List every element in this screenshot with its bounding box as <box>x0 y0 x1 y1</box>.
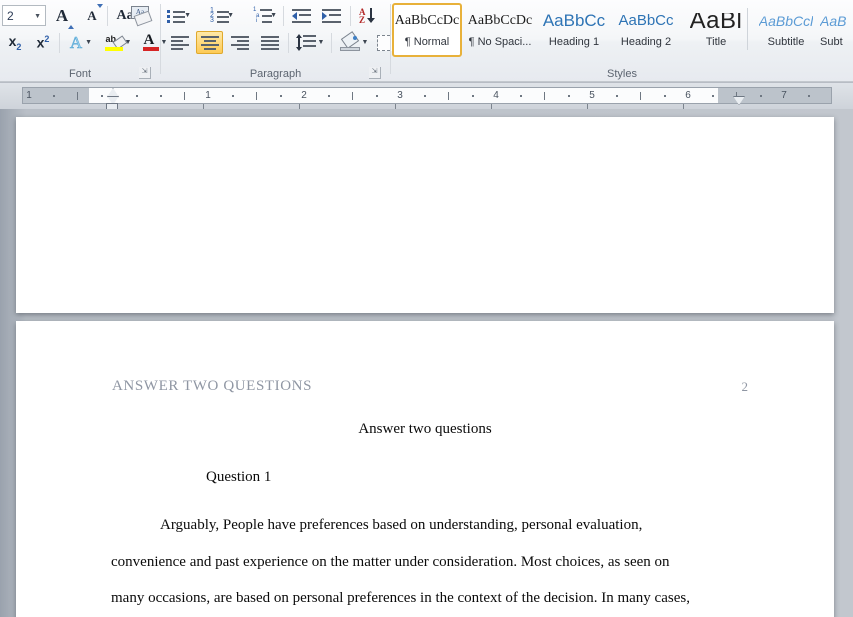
chevron-down-icon: ▼ <box>184 12 191 19</box>
subscript-button[interactable]: x2 <box>2 31 28 54</box>
clear-formatting-button[interactable]: Aa <box>126 3 156 28</box>
paint-bucket-icon <box>339 31 360 51</box>
text-highlight-color-button[interactable]: ab ▼ <box>100 31 136 54</box>
decrease-indent-button[interactable] <box>288 4 315 27</box>
doc-paragraph-body-line-1: Arguably, People have preferences based … <box>160 517 643 533</box>
chevron-down-icon: ▼ <box>34 13 41 20</box>
style-preview: AaBbCcl <box>758 12 814 29</box>
header-title: ANSWER TWO QUESTIONS <box>112 378 313 394</box>
word-document-window: 2 ▼ A A Aa ▼ Aa <box>0 0 853 617</box>
justify-icon <box>260 35 279 50</box>
style-preview: AaBbCc <box>618 12 674 29</box>
text-effects-button[interactable]: A ▼ <box>64 31 98 54</box>
paragraph-dialog-launcher[interactable]: ⇲ <box>369 67 381 79</box>
style-label: Subtitle <box>767 35 805 48</box>
align-right-icon <box>230 35 249 50</box>
justify-button[interactable] <box>256 31 283 54</box>
style-preview: AaB <box>820 12 847 29</box>
doc-paragraph-body-line-3: many occasions, are based on personal pr… <box>111 590 690 606</box>
highlight-icon: ab <box>104 34 128 52</box>
font-color-icon: A <box>142 32 159 52</box>
doc-paragraph-body-line-2: convenience and past experience on the m… <box>111 554 670 570</box>
clear-formatting-icon: Aa <box>129 5 153 26</box>
text-effects-icon: A <box>69 32 83 52</box>
superscript-button[interactable]: x2 <box>30 31 56 54</box>
style-label: ¶ No Spaci... <box>468 35 532 48</box>
ruler-tick-label: 6 <box>685 90 691 101</box>
style-label: Heading 2 <box>620 35 672 48</box>
ribbon: 2 ▼ A A Aa ▼ Aa <box>0 0 853 82</box>
style-label: ¶ Normal <box>404 35 450 48</box>
font-size-input[interactable]: 2 ▼ <box>2 5 46 26</box>
style-label: Subt <box>820 35 843 48</box>
numbered-list-icon: 1 2 3 <box>210 7 229 24</box>
align-right-button[interactable] <box>226 31 253 54</box>
superscript-icon: x2 <box>36 34 50 51</box>
grow-font-button[interactable]: A <box>50 4 75 29</box>
style-heading-1[interactable]: AaBbCc Heading 1 <box>539 3 609 57</box>
group-label-paragraph: Paragraph <box>249 68 302 80</box>
center-button[interactable] <box>196 31 223 54</box>
style-subtitle[interactable]: AaBbCcl Subtitle <box>751 3 821 57</box>
ruler-tick-label: 3 <box>397 90 403 101</box>
line-spacing-icon <box>295 33 316 51</box>
font-size-value: 2 <box>7 9 14 23</box>
bullet-list-icon <box>167 9 185 23</box>
style-preview: AaBbCc <box>542 12 606 29</box>
grow-font-icon: A <box>56 6 75 29</box>
sort-button[interactable]: A Z <box>355 4 381 27</box>
numbering-button[interactable]: 1 2 3 ▼ <box>209 4 235 27</box>
line-spacing-button[interactable]: ▼ <box>293 31 327 54</box>
ruler-tick-label: 5 <box>589 90 595 101</box>
style-preview: AaBl <box>689 12 743 29</box>
style-preview: AaBbCcDc <box>467 12 533 28</box>
ruler-tick-label: 7 <box>781 90 787 101</box>
ruler-tick-label: 4 <box>493 90 499 101</box>
group-label-styles: Styles <box>607 68 637 80</box>
style-title[interactable]: AaBl Title <box>681 3 751 57</box>
align-left-icon <box>170 35 189 50</box>
group-label-font: Font <box>68 68 91 80</box>
doc-paragraph-question: Question 1 <box>206 469 272 485</box>
multilevel-list-icon: 1 a i <box>253 7 272 24</box>
ruler-band: 1 1 2 3 4 5 6 7 <box>0 83 853 110</box>
shading-button[interactable]: ▼ <box>337 31 371 54</box>
style-normal[interactable]: AaBbCcDc ¶ Normal <box>392 3 462 57</box>
shrink-font-button[interactable]: A <box>80 4 104 27</box>
style-heading-2[interactable]: AaBbCc Heading 2 <box>611 3 681 57</box>
align-left-button[interactable] <box>166 31 193 54</box>
sort-az-icon: A Z <box>359 7 377 25</box>
decrease-indent-icon <box>292 8 311 23</box>
page-number: 2 <box>741 379 749 394</box>
style-label: Heading 1 <box>548 35 600 48</box>
horizontal-ruler[interactable]: 1 1 2 3 4 5 6 7 <box>22 87 832 105</box>
style-subtle-emphasis[interactable]: AaB Subt <box>819 3 853 57</box>
ribbon-group-font: 2 ▼ A A Aa ▼ Aa <box>0 0 167 82</box>
multilevel-list-button[interactable]: 1 a i ▼ <box>252 4 278 27</box>
ruler-tick-label: 1 <box>26 90 32 101</box>
style-no-spacing[interactable]: AaBbCcDc ¶ No Spaci... <box>465 3 535 57</box>
chevron-down-icon: ▼ <box>85 39 93 46</box>
shrink-font-icon: A <box>87 4 103 23</box>
document-page-1[interactable] <box>16 117 834 313</box>
style-preview: AaBbCcDc <box>394 12 460 28</box>
style-label: Title <box>705 35 727 48</box>
increase-indent-button[interactable] <box>318 4 345 27</box>
font-dialog-launcher[interactable]: ⇲ <box>139 67 151 79</box>
ribbon-group-styles: AaBbCcDc ¶ Normal AaBbCcDc ¶ No Spaci...… <box>391 0 853 82</box>
document-canvas[interactable]: ANSWER TWO QUESTIONS 2 Answer two questi… <box>0 109 853 617</box>
chevron-down-icon: ▼ <box>361 39 369 46</box>
ruler-tick-label: 2 <box>301 90 307 101</box>
increase-indent-icon <box>322 8 341 23</box>
subscript-icon: x2 <box>8 32 22 52</box>
page-header: ANSWER TWO QUESTIONS 2 <box>112 378 752 398</box>
ruler-tick-label: 1 <box>205 90 211 101</box>
doc-paragraph-title: Answer two questions <box>358 421 492 437</box>
bullets-button[interactable]: ▼ <box>166 4 192 27</box>
chevron-down-icon: ▼ <box>317 39 325 46</box>
document-page-2[interactable]: ANSWER TWO QUESTIONS 2 Answer two questi… <box>16 321 834 617</box>
ribbon-group-paragraph: ▼ 1 2 3 ▼ 1 a i ▼ A Z ▼ ▼ Paragraph ⇲ <box>161 0 405 82</box>
align-center-icon <box>200 35 219 50</box>
